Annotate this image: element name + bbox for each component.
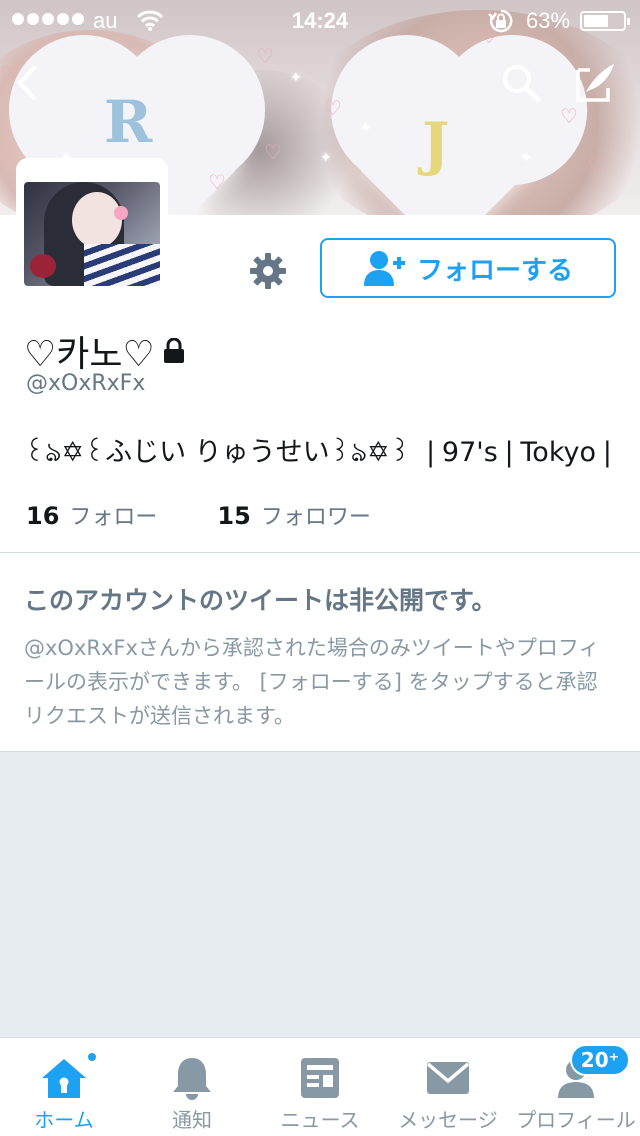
home-icon	[42, 1059, 86, 1098]
battery-icon	[580, 11, 630, 31]
pink-heart-sticker: ♡	[208, 170, 226, 194]
following-label: フォロー	[69, 505, 158, 530]
bell-icon	[173, 1058, 211, 1100]
battery-percent: 63%	[526, 8, 571, 33]
sparkle-decoration: ✦	[520, 150, 532, 166]
tab-notifications[interactable]: 通知	[128, 1038, 256, 1136]
news-icon	[301, 1058, 339, 1098]
tab-label: 通知	[172, 1108, 212, 1132]
gear-icon[interactable]	[248, 251, 288, 291]
bottom-tab-bar: ホーム 通知 ニュース メッセージ 20⁺ プロフィール	[0, 1037, 640, 1136]
tab-label: ホーム	[34, 1108, 94, 1132]
profile-badge: 20⁺	[570, 1044, 630, 1076]
header-heart-letter-r: R	[104, 88, 153, 156]
tab-messages[interactable]: メッセージ	[384, 1038, 512, 1136]
avatar-image	[24, 182, 160, 286]
tab-news[interactable]: ニュース	[256, 1038, 384, 1136]
following-count: 16	[26, 502, 60, 530]
tab-profile[interactable]: 20⁺ プロフィール	[512, 1038, 640, 1136]
search-icon[interactable]	[498, 60, 544, 106]
battery-fill	[584, 15, 608, 27]
add-user-icon	[363, 251, 405, 286]
follow-button-label: フォローする	[416, 255, 573, 286]
header-heart-letter-j: J	[422, 110, 450, 178]
protected-account-notice: このアカウントのツイートは非公開です。 @xOxRxFxさんから承認された場合の…	[0, 553, 640, 752]
profile-screen: R J ♡ ♡ ♡ ♡ ♡ ♡ ♡ ♡ ✦ ✦ ✦ ✦ ✦ au 14:24	[0, 0, 640, 1136]
followers-count-link[interactable]: 15 フォロワー	[217, 499, 370, 531]
display-name-text: ♡카노♡	[24, 334, 155, 375]
display-name: ♡카노♡	[24, 325, 185, 377]
tab-label: プロフィール	[516, 1108, 636, 1132]
follow-button[interactable]: フォローする	[320, 238, 616, 298]
back-chevron-icon[interactable]	[6, 60, 52, 106]
pink-heart-sticker: ♡	[588, 154, 606, 178]
envelope-icon	[426, 1062, 470, 1094]
tab-label: メッセージ	[398, 1108, 498, 1132]
pink-heart-sticker: ♡	[256, 44, 274, 68]
sparkle-decoration: ✦	[290, 70, 302, 86]
sparkle-decoration: ✦	[360, 120, 372, 136]
tab-home[interactable]: ホーム	[0, 1038, 128, 1136]
pink-heart-sticker: ♡	[560, 104, 578, 128]
protected-notice-title: このアカウントのツイートは非公開です。	[24, 586, 497, 615]
tab-label: ニュース	[280, 1108, 360, 1132]
followers-count: 15	[217, 502, 251, 530]
compose-tweet-icon[interactable]	[572, 60, 618, 106]
protected-notice-body: @xOxRxFxさんから承認された場合のみツイートやプロフィールの表示ができます…	[24, 636, 600, 728]
rotation-lock-icon	[488, 9, 513, 33]
user-handle: @xOxRxFx	[26, 371, 146, 396]
followers-label: フォロワー	[260, 505, 371, 530]
pink-heart-sticker: ♡	[324, 96, 342, 120]
follow-counts: 16 フォロー 15 フォロワー	[26, 499, 371, 531]
profile-bio: ꒰ঌ✡꒰ふじい りゅうせい꒱ঌ✡꒱ ❘97's❘Tokyo❘	[24, 437, 619, 468]
avatar[interactable]	[16, 158, 168, 298]
status-bar: au 14:24 63%	[0, 0, 640, 40]
following-count-link[interactable]: 16 フォロー	[26, 499, 157, 531]
home-new-indicator	[86, 1051, 98, 1063]
lock-icon	[163, 338, 184, 363]
pink-heart-sticker: ♡	[264, 140, 282, 164]
sparkle-decoration: ✦	[320, 150, 332, 166]
